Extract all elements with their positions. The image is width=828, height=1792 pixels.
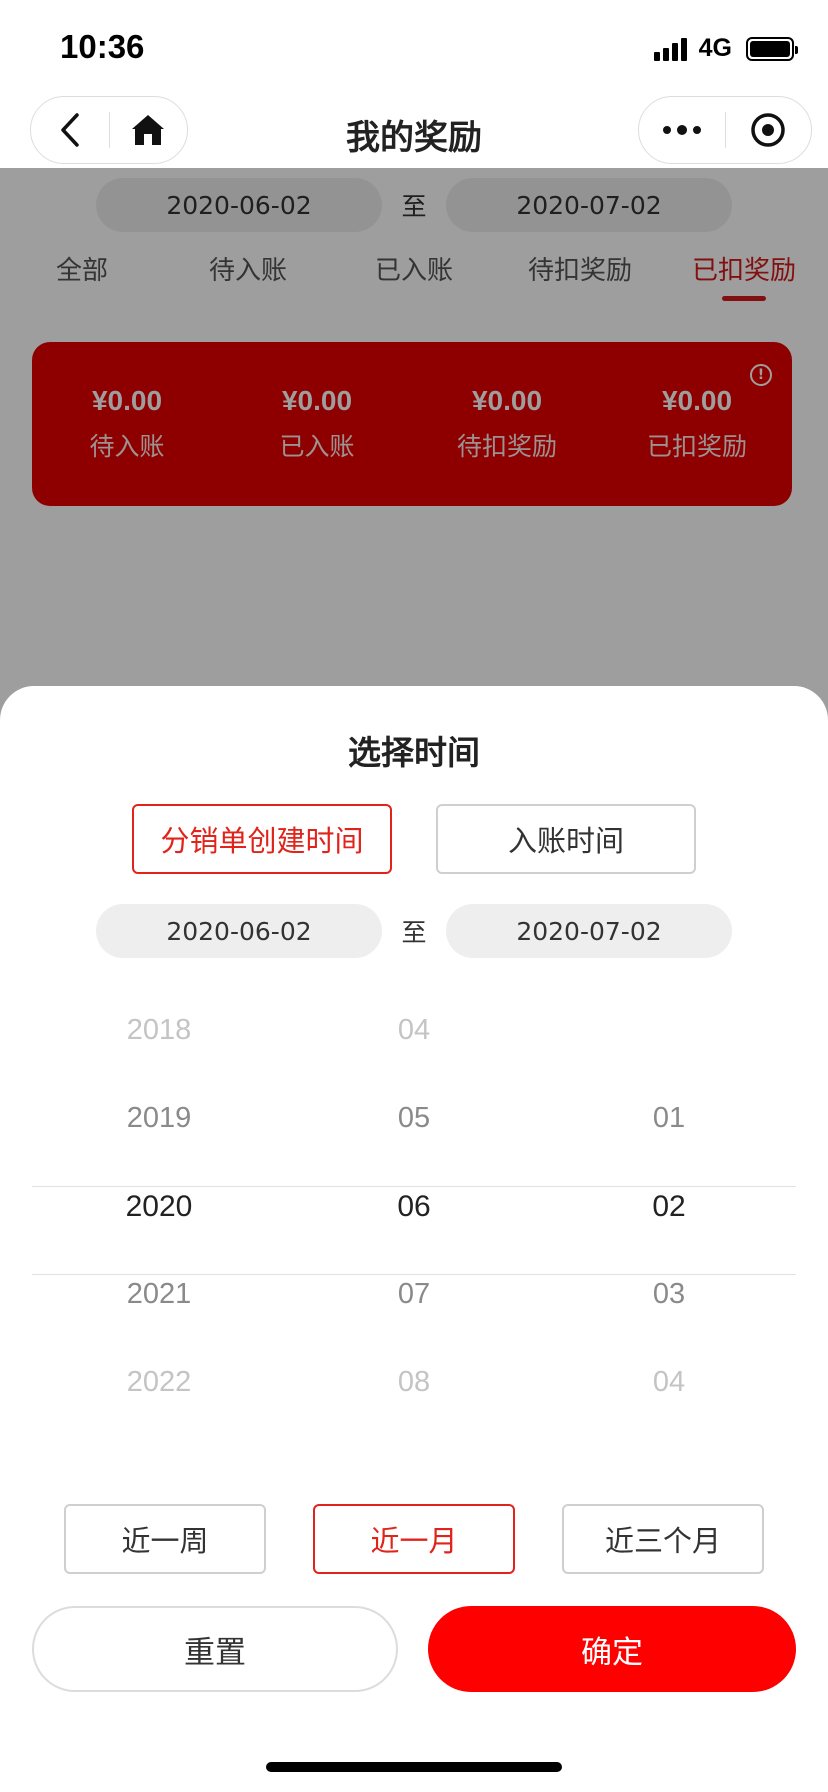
last-week-button[interactable]: 近一周 [64,1504,266,1574]
more-icon [662,125,701,135]
home-indicator [266,1762,562,1772]
picker-option[interactable]: 2022 [32,1366,286,1399]
picker-option[interactable]: 04 [287,1014,541,1047]
picker-option[interactable]: 04 [542,1366,796,1399]
sheet-start-date[interactable]: 2020-06-02 [96,904,382,958]
picker-option[interactable]: 2019 [32,1102,286,1135]
picker-option-selected[interactable]: 02 [542,1190,796,1224]
sheet-title: 选择时间 [348,733,480,772]
close-miniprogram-button[interactable] [726,97,812,163]
picker-option[interactable]: 2021 [32,1278,286,1311]
status-indicators: 4G [653,34,798,63]
picker-option[interactable]: 08 [287,1366,541,1399]
target-icon [751,113,785,147]
signal-icon [653,37,687,61]
battery-icon [746,36,798,61]
created-time-button[interactable]: 分销单创建时间 [132,804,392,874]
picker-option-selected[interactable]: 2020 [32,1190,286,1224]
picker-option[interactable]: 03 [542,1278,796,1311]
nav-capsule-right [638,96,812,164]
last-three-months-button[interactable]: 近三个月 [562,1504,764,1574]
picker-option[interactable]: 2018 [32,1014,286,1047]
date-picker[interactable]: 2018 2019 2020 2021 2022 04 05 06 07 08 … [32,1006,796,1446]
year-column[interactable]: 2018 2019 2020 2021 2022 [32,1006,286,1446]
status-time: 10:36 [60,28,145,65]
time-picker-sheet: 选择时间 分销单创建时间 入账时间 2020-06-02 至 2020-07-0… [0,686,828,1792]
picker-option[interactable]: 05 [287,1102,541,1135]
reset-button[interactable]: 重置 [32,1606,398,1692]
day-column[interactable]: 01 02 03 04 [542,1006,796,1446]
month-column[interactable]: 04 05 06 07 08 [287,1006,541,1446]
last-month-button[interactable]: 近一月 [313,1504,515,1574]
network-label: 4G [698,34,732,62]
confirm-button[interactable]: 确定 [428,1606,796,1692]
credited-time-button[interactable]: 入账时间 [436,804,696,874]
nav-bar: 我的奖励 [0,96,828,168]
picker-option[interactable]: 01 [542,1102,796,1135]
range-separator: 至 [401,918,427,947]
more-button[interactable] [639,97,725,163]
sheet-date-range: 2020-06-02 至 2020-07-02 [0,904,828,960]
status-bar: 10:36 4G [0,0,828,96]
picker-option[interactable]: 07 [287,1278,541,1311]
sheet-end-date[interactable]: 2020-07-02 [446,904,732,958]
picker-option-selected[interactable]: 06 [287,1190,541,1224]
